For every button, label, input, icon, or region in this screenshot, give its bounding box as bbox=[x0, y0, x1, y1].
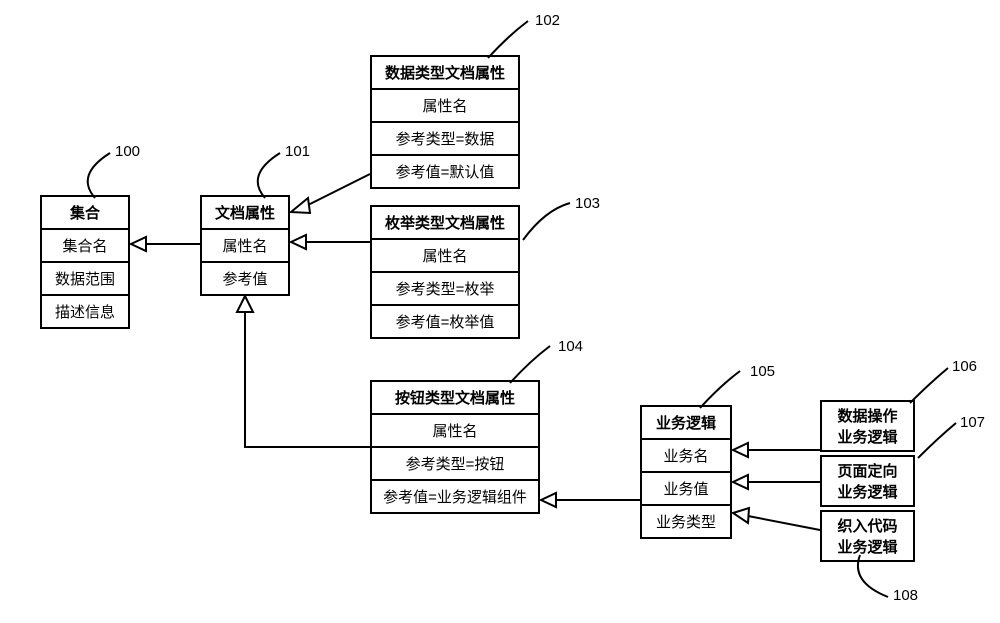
box-collection: 集合 集合名 数据范围 描述信息 bbox=[40, 195, 130, 329]
lead-line-103 bbox=[520, 200, 580, 250]
box-enum-type-attr: 枚举类型文档属性 属性名 参考类型=枚举 参考值=枚举值 bbox=[370, 205, 520, 339]
box-data-type-attr: 数据类型文档属性 属性名 参考类型=数据 参考值=默认值 bbox=[370, 55, 520, 189]
box-doc-attr-header: 文档属性 bbox=[202, 197, 288, 228]
arrow-107-to-105 bbox=[732, 472, 820, 492]
box-page-redirect-line2: 业务逻辑 bbox=[822, 481, 913, 505]
box-data-op: 数据操作 业务逻辑 bbox=[820, 400, 915, 452]
box-button-type-attr-header: 按钮类型文档属性 bbox=[372, 382, 538, 413]
label-105: 105 bbox=[750, 363, 775, 380]
diagram-canvas: 集合 集合名 数据范围 描述信息 100 文档属性 属性名 参考值 101 数据… bbox=[0, 0, 1000, 623]
box-collection-row: 数据范围 bbox=[42, 261, 128, 294]
arrow-104-to-101 bbox=[232, 295, 372, 455]
box-doc-attr-row: 参考值 bbox=[202, 261, 288, 294]
lead-line-105 bbox=[690, 368, 750, 408]
label-106: 106 bbox=[952, 358, 977, 375]
lead-line-102 bbox=[478, 18, 538, 58]
lead-line-106 bbox=[900, 365, 960, 405]
box-doc-attr-row: 属性名 bbox=[202, 228, 288, 261]
box-data-type-attr-row: 属性名 bbox=[372, 88, 518, 121]
box-collection-header: 集合 bbox=[42, 197, 128, 228]
box-biz-logic-row: 业务名 bbox=[642, 438, 730, 471]
box-enum-type-attr-row: 参考值=枚举值 bbox=[372, 304, 518, 337]
box-data-op-line1: 数据操作 bbox=[822, 402, 913, 426]
box-enum-type-attr-row: 属性名 bbox=[372, 238, 518, 271]
box-weave-code-line1: 织入代码 bbox=[822, 512, 913, 536]
label-101: 101 bbox=[285, 143, 310, 160]
box-collection-row: 描述信息 bbox=[42, 294, 128, 327]
box-enum-type-attr-header: 枚举类型文档属性 bbox=[372, 207, 518, 238]
arrow-103-to-101 bbox=[290, 232, 370, 252]
arrow-106-to-105 bbox=[732, 440, 820, 460]
box-page-redirect: 页面定向 业务逻辑 bbox=[820, 455, 915, 507]
box-button-type-attr-row: 属性名 bbox=[372, 413, 538, 446]
label-102: 102 bbox=[535, 12, 560, 29]
label-100: 100 bbox=[115, 143, 140, 160]
box-data-type-attr-row: 参考类型=数据 bbox=[372, 121, 518, 154]
arrow-108-to-105 bbox=[732, 508, 820, 548]
label-104: 104 bbox=[558, 338, 583, 355]
box-data-op-line2: 业务逻辑 bbox=[822, 426, 913, 450]
box-data-type-attr-header: 数据类型文档属性 bbox=[372, 57, 518, 88]
box-biz-logic-header: 业务逻辑 bbox=[642, 407, 730, 438]
box-collection-row: 集合名 bbox=[42, 228, 128, 261]
arrow-101-to-100 bbox=[130, 234, 200, 254]
box-button-type-attr-row: 参考类型=按钮 bbox=[372, 446, 538, 479]
lead-line-107 bbox=[908, 420, 968, 460]
lead-line-104 bbox=[500, 343, 560, 383]
arrow-102-to-101 bbox=[290, 166, 370, 216]
box-data-type-attr-row: 参考值=默认值 bbox=[372, 154, 518, 187]
box-doc-attr: 文档属性 属性名 参考值 bbox=[200, 195, 290, 296]
box-button-type-attr: 按钮类型文档属性 属性名 参考类型=按钮 参考值=业务逻辑组件 bbox=[370, 380, 540, 514]
box-weave-code-line2: 业务逻辑 bbox=[822, 536, 913, 560]
label-107: 107 bbox=[960, 414, 985, 431]
box-button-type-attr-row: 参考值=业务逻辑组件 bbox=[372, 479, 538, 512]
box-weave-code: 织入代码 业务逻辑 bbox=[820, 510, 915, 562]
box-biz-logic-row: 业务值 bbox=[642, 471, 730, 504]
box-enum-type-attr-row: 参考类型=枚举 bbox=[372, 271, 518, 304]
box-biz-logic: 业务逻辑 业务名 业务值 业务类型 bbox=[640, 405, 732, 539]
arrow-105-to-104 bbox=[540, 490, 640, 510]
box-page-redirect-line1: 页面定向 bbox=[822, 457, 913, 481]
label-103: 103 bbox=[575, 195, 600, 212]
box-biz-logic-row: 业务类型 bbox=[642, 504, 730, 537]
label-108: 108 bbox=[893, 587, 918, 604]
